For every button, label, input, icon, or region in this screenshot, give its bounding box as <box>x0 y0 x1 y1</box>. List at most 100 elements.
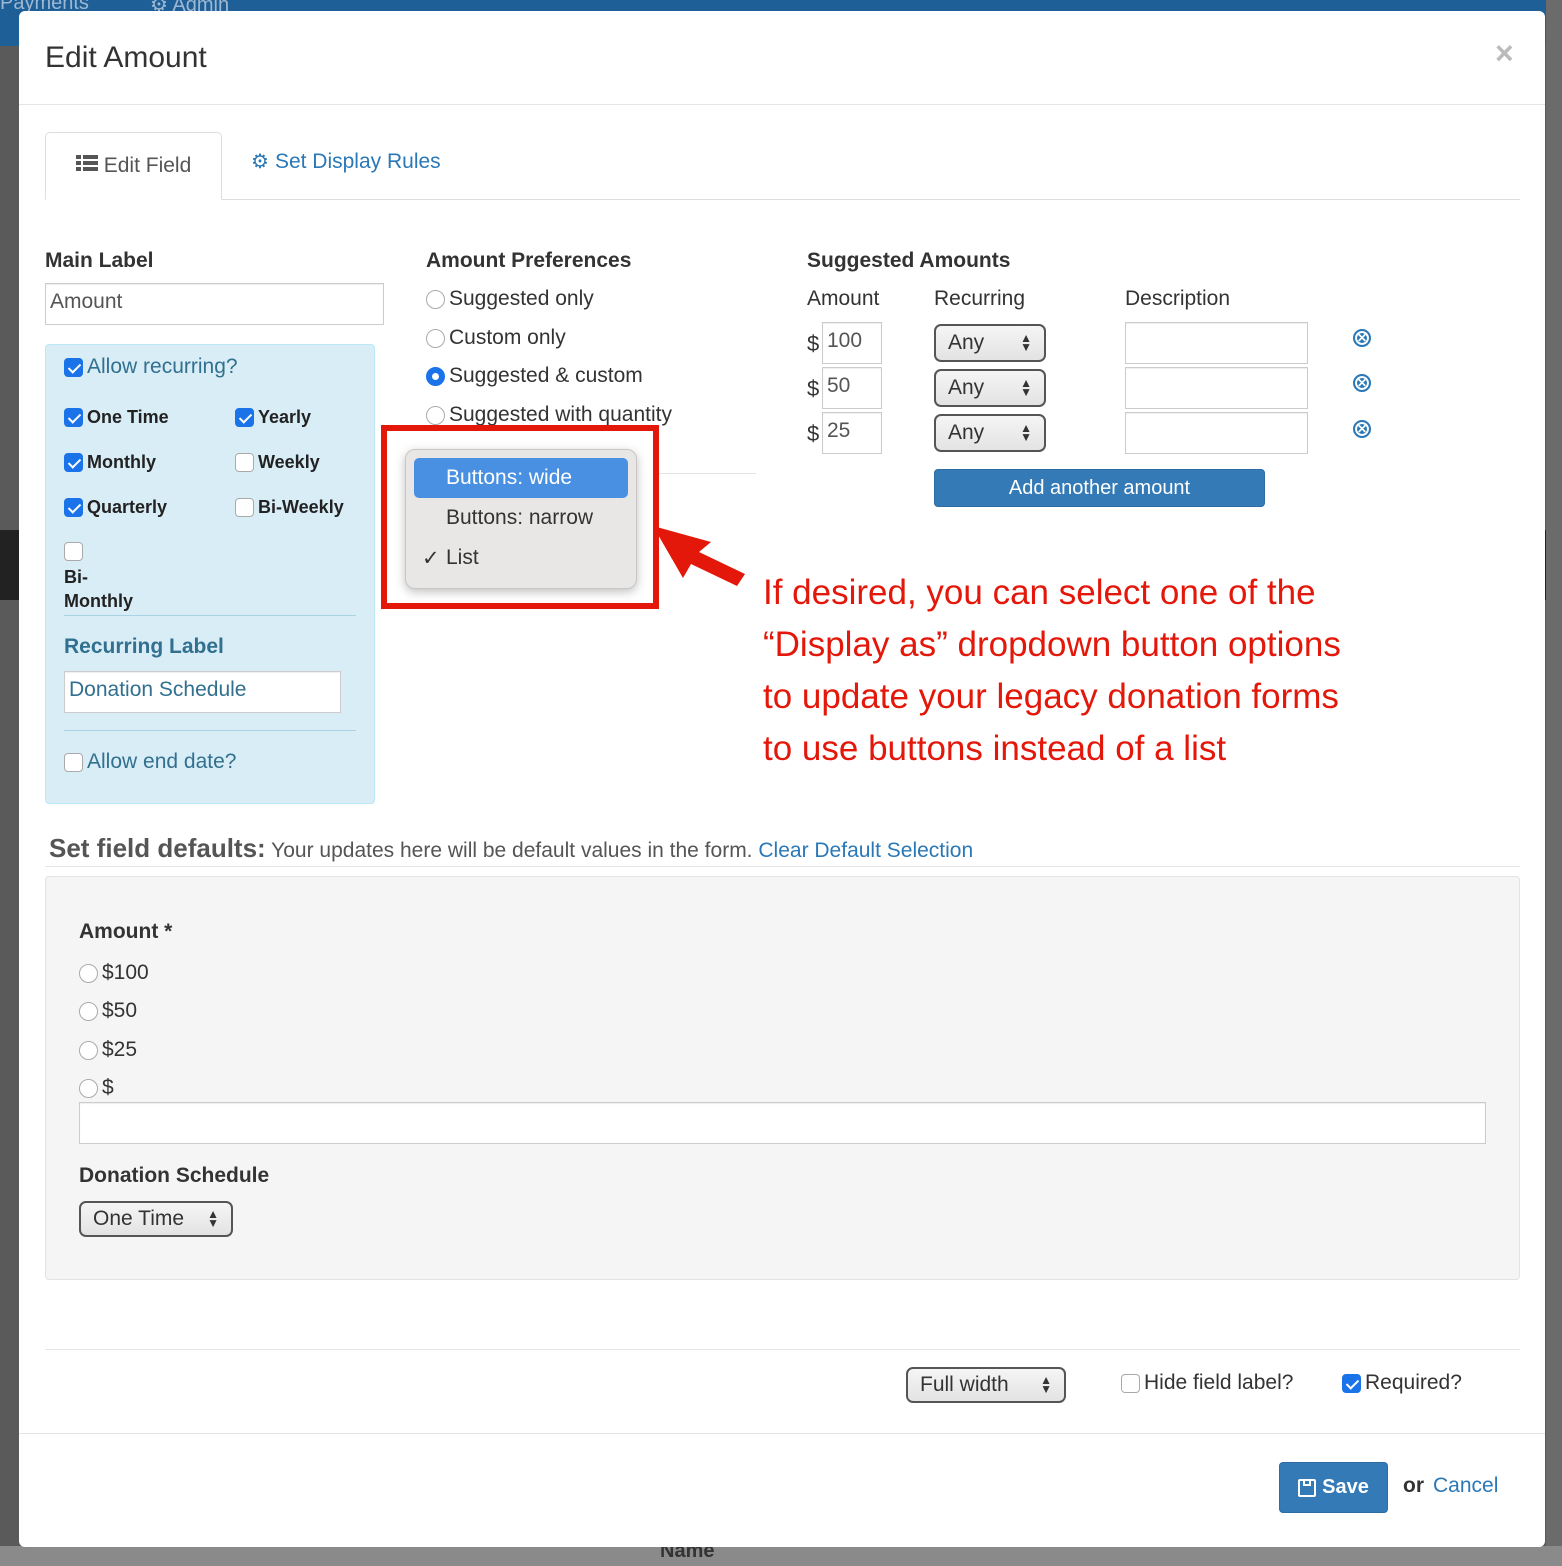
suggested-description-input[interactable] <box>1125 412 1308 454</box>
select-value: Any <box>948 331 985 354</box>
gears-icon: ⚙ <box>251 151 269 173</box>
option-label: Bi-Monthly <box>64 567 133 611</box>
option-label: Bi-Weekly <box>258 497 344 517</box>
display-as-dropdown-menu: Buttons: wide Buttons: narrow ✓ List <box>405 449 637 589</box>
recurring-label-heading: Recurring Label <box>64 635 224 658</box>
radio-icon <box>426 328 445 348</box>
preference-label: Suggested with quantity <box>449 403 672 426</box>
checkmark-icon: ✓ <box>422 546 440 570</box>
recurring-divider <box>64 615 356 616</box>
checkbox-icon <box>64 752 83 772</box>
tab-set-display-rules[interactable]: ⚙ Set Display Rules <box>251 149 441 174</box>
modal-title: Edit Amount <box>45 41 207 74</box>
recurring-option-bi-monthly[interactable]: Bi-Monthly <box>64 542 154 613</box>
recurring-option-one-time[interactable]: One Time <box>64 407 169 428</box>
remove-amount-icon[interactable]: ✕ <box>1353 374 1371 392</box>
preview-amount-option[interactable]: $25 <box>79 1038 137 1062</box>
suggested-recurring-select[interactable]: Any ▲ ▼ <box>934 414 1046 452</box>
checkbox-icon <box>64 498 83 517</box>
preference-suggested-with-quantity[interactable]: Suggested with quantity <box>426 403 672 427</box>
radio-icon <box>79 963 98 983</box>
allow-end-date-checkbox[interactable]: Allow end date? <box>64 750 236 774</box>
checkbox-icon <box>1342 1373 1361 1393</box>
preference-custom-only[interactable]: Custom only <box>426 326 566 350</box>
add-another-amount-button[interactable]: Add another amount <box>934 469 1265 507</box>
annotation-line: to use buttons instead of a list <box>763 729 1227 768</box>
radio-icon <box>79 1001 98 1021</box>
main-label-heading: Main Label <box>45 249 154 272</box>
suggested-amount-input[interactable]: 25 <box>822 412 882 454</box>
recurring-divider <box>64 730 356 731</box>
select-arrows-icon: ▲ ▼ <box>1020 331 1032 354</box>
background-right-edge <box>1546 0 1562 1566</box>
recurring-option-monthly[interactable]: Monthly <box>64 452 156 473</box>
save-label: Save <box>1322 1476 1369 1498</box>
suggested-description-input[interactable] <box>1125 367 1308 409</box>
column-recurring: Recurring <box>934 287 1026 310</box>
cancel-link[interactable]: Cancel <box>1433 1474 1498 1498</box>
annotation-line: If desired, you can select one of the <box>763 573 1316 612</box>
save-button[interactable]: Save <box>1279 1462 1388 1513</box>
select-value: One Time <box>93 1207 185 1230</box>
clear-default-selection-link[interactable]: Clear Default Selection <box>758 839 973 862</box>
preview-amount-option[interactable]: $50 <box>79 999 137 1023</box>
field-defaults-heading: Set field defaults: <box>49 833 266 863</box>
remove-amount-icon[interactable]: ✕ <box>1353 420 1371 438</box>
option-label: Weekly <box>258 452 320 472</box>
option-label: One Time <box>87 407 169 427</box>
options-divider <box>45 1349 1520 1350</box>
option-label: $ <box>102 1076 114 1099</box>
defaults-divider <box>45 866 1520 867</box>
select-arrows-icon: ▲ ▼ <box>1040 1373 1052 1396</box>
field-width-select[interactable]: Full width ▲ ▼ <box>906 1367 1066 1403</box>
remove-amount-icon[interactable]: ✕ <box>1353 329 1371 347</box>
suggested-recurring-select[interactable]: Any ▲ ▼ <box>934 324 1046 362</box>
preview-amount-option[interactable]: $100 <box>79 961 149 985</box>
suggested-recurring-select[interactable]: Any ▲ ▼ <box>934 369 1046 407</box>
radio-icon <box>426 366 445 386</box>
allow-end-date-label: Allow end date? <box>87 750 237 773</box>
option-label: $50 <box>102 999 138 1022</box>
select-value: Full width <box>920 1373 1009 1396</box>
recurring-label-input[interactable]: Donation Schedule <box>64 671 341 713</box>
suggested-amount-input[interactable]: 100 <box>822 322 882 364</box>
close-icon[interactable]: × <box>1495 35 1514 72</box>
checkbox-icon <box>235 453 254 472</box>
suggested-amount-input[interactable]: 50 <box>822 367 882 409</box>
or-text: or <box>1403 1474 1424 1497</box>
recurring-panel: Allow recurring? One Time Yearly Monthly… <box>45 344 375 804</box>
currency-symbol: $ <box>807 421 820 446</box>
recurring-option-weekly[interactable]: Weekly <box>235 452 320 473</box>
menu-item-buttons-wide[interactable]: Buttons: wide <box>414 458 628 498</box>
checkbox-icon <box>1121 1373 1140 1393</box>
display-as-highlight-box: Buttons: wide Buttons: narrow ✓ List <box>381 425 659 609</box>
list-icon <box>75 154 98 178</box>
recurring-option-quarterly[interactable]: Quarterly <box>64 497 167 518</box>
tab-edit-field[interactable]: Edit Field <box>45 132 222 200</box>
suggested-description-input[interactable] <box>1125 322 1308 364</box>
hide-field-label-checkbox[interactable]: Hide field label? <box>1121 1371 1293 1395</box>
checkbox-icon <box>64 357 83 377</box>
footer-divider <box>19 1433 1545 1434</box>
main-label-input[interactable]: Amount <box>45 283 384 325</box>
menu-item-list[interactable]: ✓ List <box>414 538 628 578</box>
menu-item-buttons-narrow[interactable]: Buttons: narrow <box>414 498 628 538</box>
preview-donation-schedule-select[interactable]: One Time ▲ ▼ <box>79 1201 233 1237</box>
checkbox-icon <box>235 498 254 517</box>
tab-set-display-rules-label: Set Display Rules <box>274 149 441 173</box>
currency-symbol: $ <box>807 376 820 401</box>
preference-suggested-only[interactable]: Suggested only <box>426 287 594 311</box>
recurring-option-bi-weekly[interactable]: Bi-Weekly <box>235 497 344 518</box>
preview-custom-amount-input[interactable] <box>79 1102 1486 1144</box>
checkbox-icon <box>64 542 83 561</box>
suggested-amounts-heading: Suggested Amounts <box>807 249 1011 272</box>
allow-recurring-checkbox[interactable]: Allow recurring? <box>64 355 238 379</box>
column-amount: Amount <box>807 287 880 310</box>
amount-preferences-heading: Amount Preferences <box>426 249 632 272</box>
recurring-option-yearly[interactable]: Yearly <box>235 407 311 428</box>
preview-amount-option-custom[interactable]: $ <box>79 1076 114 1100</box>
menu-item-label: Buttons: wide <box>446 466 573 489</box>
preference-suggested-and-custom[interactable]: Suggested & custom <box>426 364 643 388</box>
required-checkbox[interactable]: Required? <box>1342 1371 1462 1395</box>
option-label: Yearly <box>258 407 312 427</box>
